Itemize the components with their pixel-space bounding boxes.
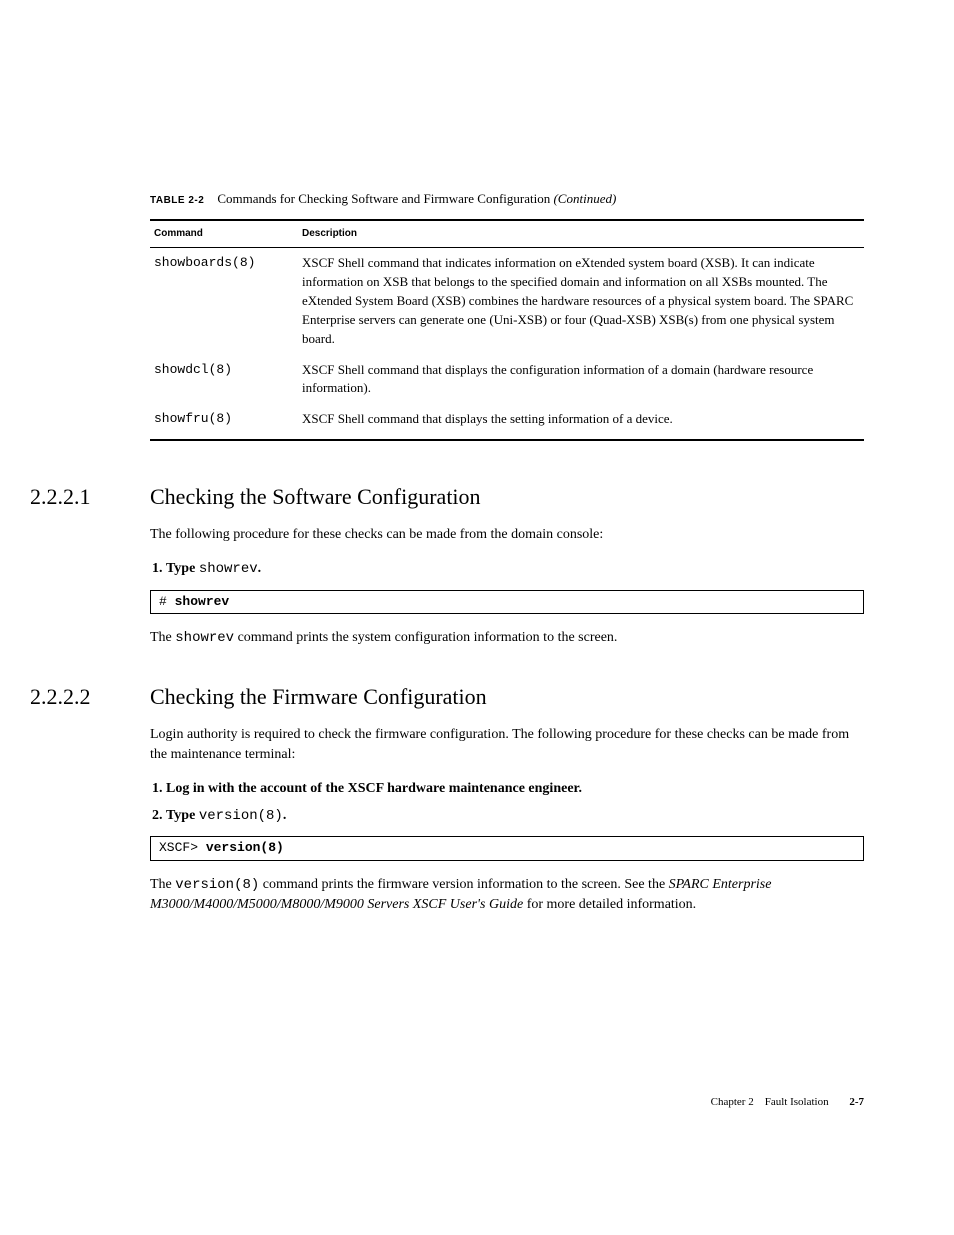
step-suffix: . [258, 561, 262, 576]
code-prompt: # [159, 594, 175, 609]
table-caption: TABLE 2-2 Commands for Checking Software… [150, 190, 864, 209]
cmd-cell: showdcl(8) [150, 355, 298, 405]
footer-chapter: Chapter 2 [711, 1096, 754, 1108]
commands-table: Command Description showboards(8) XSCF S… [150, 219, 864, 441]
th-command: Command [150, 220, 298, 248]
section1-steps: Type showrev. [150, 559, 864, 579]
footer-title: Fault Isolation [765, 1096, 829, 1108]
code-command: showrev [175, 594, 230, 609]
section1-after: The showrev command prints the system co… [150, 628, 864, 648]
table-label: TABLE 2-2 [150, 195, 204, 206]
code-prompt: XSCF> [159, 840, 206, 855]
section-title: Checking the Firmware Configuration [150, 681, 487, 713]
code-command: version(8) [206, 840, 284, 855]
table-row: showfru(8) XSCF Shell command that displ… [150, 404, 864, 440]
section1-intro: The following procedure for these checks… [150, 525, 864, 545]
desc-cell: XSCF Shell command that displays the con… [298, 355, 864, 405]
footer-page: 2-7 [849, 1096, 864, 1108]
section2-after: The version(8) command prints the firmwa… [150, 875, 864, 916]
table-title: Commands for Checking Software and Firmw… [217, 191, 553, 206]
section-heading-2: 2.2.2.2 Checking the Firmware Configurat… [0, 681, 864, 713]
code-box-1: # showrev [150, 590, 864, 615]
step-item: Log in with the account of the XSCF hard… [166, 779, 864, 799]
cmd-cell: showfru(8) [150, 404, 298, 440]
step-item: Type showrev. [166, 559, 864, 579]
section2-steps: Log in with the account of the XSCF hard… [150, 779, 864, 826]
table-continued: (Continued) [553, 191, 616, 206]
step-cmd: showrev [199, 561, 258, 577]
table-row: showboards(8) XSCF Shell command that in… [150, 248, 864, 355]
section-title: Checking the Software Configuration [150, 481, 481, 513]
step-suffix: . [283, 808, 287, 823]
cmd-cell: showboards(8) [150, 248, 298, 355]
inline-cmd: showrev [175, 630, 234, 646]
section-heading-1: 2.2.2.1 Checking the Software Configurat… [0, 481, 864, 513]
page-footer: Chapter 2 Fault Isolation 2-7 [711, 1095, 864, 1111]
step-prefix: Type [166, 561, 199, 576]
desc-cell: XSCF Shell command that indicates inform… [298, 248, 864, 355]
table-row: showdcl(8) XSCF Shell command that displ… [150, 355, 864, 405]
desc-cell: XSCF Shell command that displays the set… [298, 404, 864, 440]
step-cmd: version(8) [199, 808, 283, 824]
section-number: 2.2.2.2 [0, 681, 150, 713]
section2-intro: Login authority is required to check the… [150, 725, 864, 766]
code-box-2: XSCF> version(8) [150, 836, 864, 861]
th-description: Description [298, 220, 864, 248]
inline-cmd: version(8) [175, 877, 259, 893]
step-item: Type version(8). [166, 806, 864, 826]
step-prefix: Type [166, 808, 199, 823]
section-number: 2.2.2.1 [0, 481, 150, 513]
